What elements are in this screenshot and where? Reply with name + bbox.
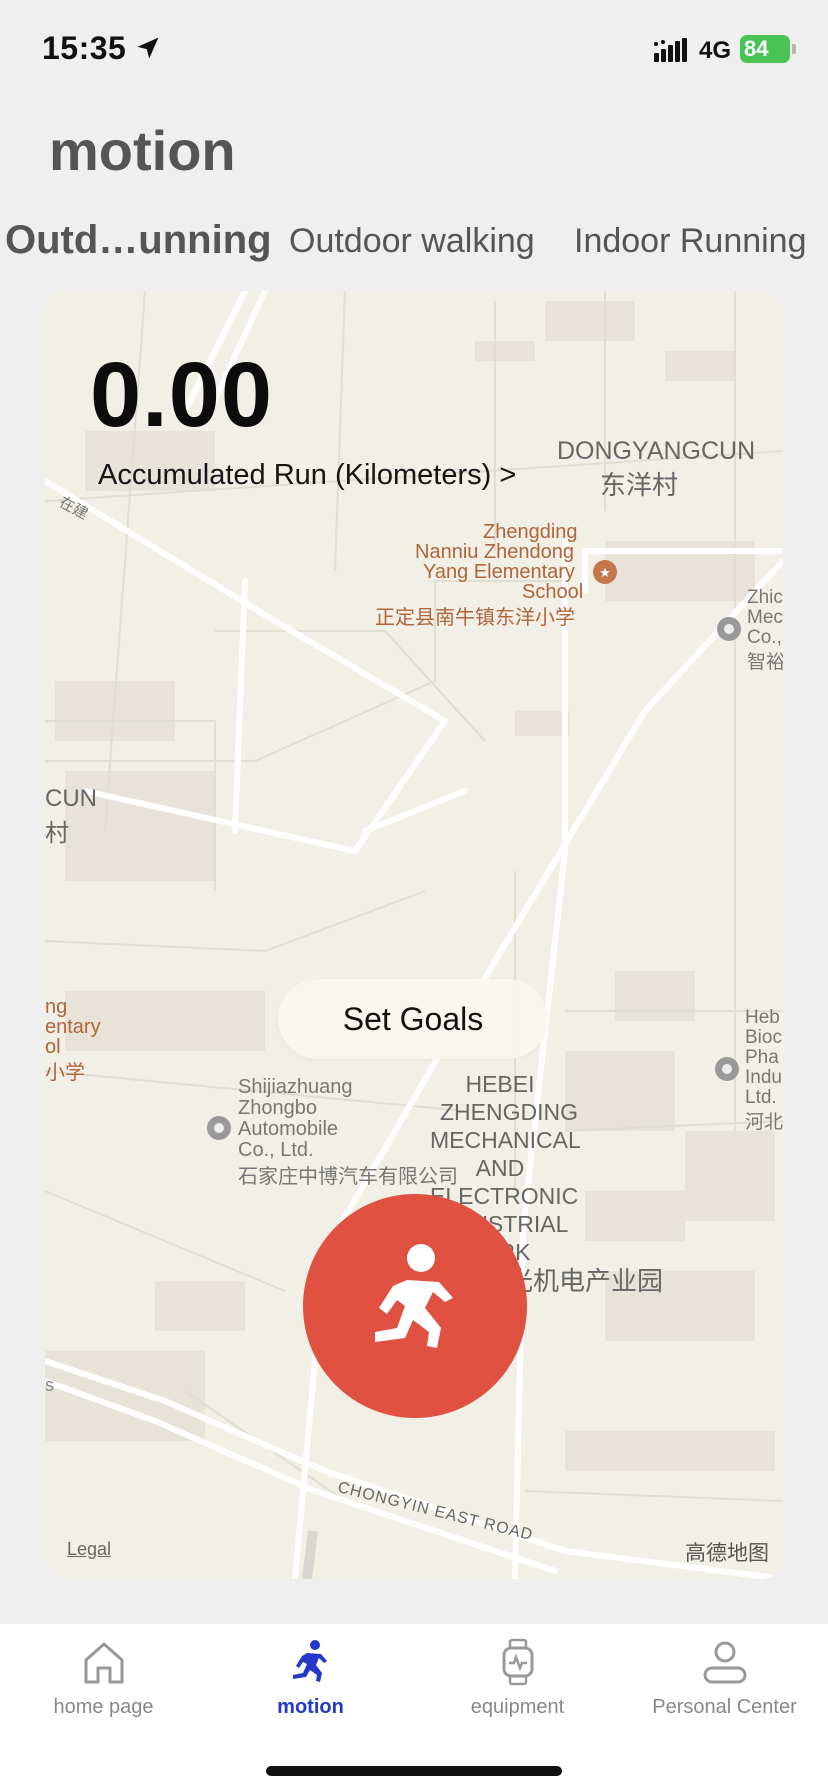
battery-level: 84 [744, 36, 769, 61]
tabbar-equipment[interactable]: equipment [414, 1624, 621, 1734]
map-label: Co., Ltd. [238, 1139, 314, 1161]
tabbar-home-label: home page [53, 1696, 154, 1718]
map-label: Indu [745, 1067, 782, 1088]
map-label: s [45, 1375, 54, 1395]
battery-charging-icon: 84 [740, 35, 790, 63]
map-provider-logo: 高德地图 [685, 1542, 769, 1565]
map-label: ZHENGDING [440, 1099, 578, 1125]
home-indicator [266, 1766, 562, 1776]
tabbar-motion[interactable]: motion [207, 1624, 414, 1734]
map-label: 河北 [745, 1112, 783, 1133]
tab-indoor-running[interactable]: Indoor Running [574, 222, 807, 261]
map-label: 光机电产业园 [507, 1266, 664, 1296]
map-label: CUN [45, 785, 97, 812]
map-label: 小学 [45, 1062, 85, 1084]
tabbar-personal-center[interactable]: Personal Center [621, 1624, 828, 1734]
accumulated-run-link[interactable]: Accumulated Run (Kilometers) > [98, 459, 516, 492]
map-label: 东洋村 [600, 470, 679, 500]
smartwatch-icon [502, 1638, 534, 1686]
tabbar-home[interactable]: home page [0, 1624, 207, 1734]
map-label: Bioc [745, 1027, 782, 1048]
location-arrow-icon [137, 37, 159, 59]
map-label: Zhic [747, 587, 783, 608]
running-person-icon [375, 1244, 453, 1348]
tabbar-motion-label: motion [277, 1696, 344, 1718]
running-person-icon [293, 1640, 327, 1682]
network-type: 4G [699, 37, 732, 64]
map-label: Automobile [238, 1118, 339, 1140]
map-label: 石家庄中博汽车有限公司 [238, 1166, 458, 1188]
person-icon [703, 1641, 747, 1684]
status-bar: 15:35 4G 84 [0, 0, 828, 100]
map-label: Shijiazhuang [238, 1076, 353, 1098]
set-goals-button[interactable]: Set Goals [278, 979, 548, 1059]
map-label: Mec [747, 607, 783, 628]
map-label: Co., [747, 627, 782, 648]
map-label: Pha [745, 1047, 779, 1068]
tab-outdoor-walking[interactable]: Outdoor walking [289, 222, 535, 261]
start-run-button[interactable] [303, 1194, 527, 1418]
map-label: 正定县南牛镇东洋小学 [375, 607, 575, 629]
map-label: AND [475, 1155, 525, 1181]
map-label: Heb [745, 1007, 780, 1028]
map-label: MECHANICAL [430, 1127, 581, 1153]
accumulated-distance-value: 0.00 [90, 344, 274, 446]
tabbar-equipment-label: equipment [470, 1696, 565, 1718]
tab-outdoor-running[interactable]: Outd…unning [5, 218, 272, 263]
svg-text:★: ★ [599, 566, 611, 581]
status-time: 15:35 [42, 30, 127, 66]
map-label: Zhongbo [238, 1097, 317, 1119]
map-label: 智裕 [747, 652, 783, 673]
map-label: DONGYANGCUN [557, 437, 756, 465]
tabbar-personal-center-label: Personal Center [652, 1696, 797, 1718]
map-label: Ltd. [745, 1087, 777, 1108]
bottom-tab-bar: home page motion equipment Personal Cent… [0, 1624, 828, 1792]
map-card: ★ DONGYANGCUN 东洋村 在建 Zhengding Nanniu Zh… [45, 291, 783, 1579]
cellular-signal-icon [654, 38, 687, 62]
home-icon [84, 1642, 124, 1684]
page-title: motion [49, 119, 236, 182]
map-label: HEBEI [465, 1071, 535, 1097]
map-label: 村 [45, 820, 69, 847]
motion-type-tabs: Outd…unning Outdoor walking Indoor Runni… [0, 218, 828, 278]
battery-tip [792, 44, 796, 54]
map-legal-link[interactable]: Legal [67, 1539, 111, 1560]
